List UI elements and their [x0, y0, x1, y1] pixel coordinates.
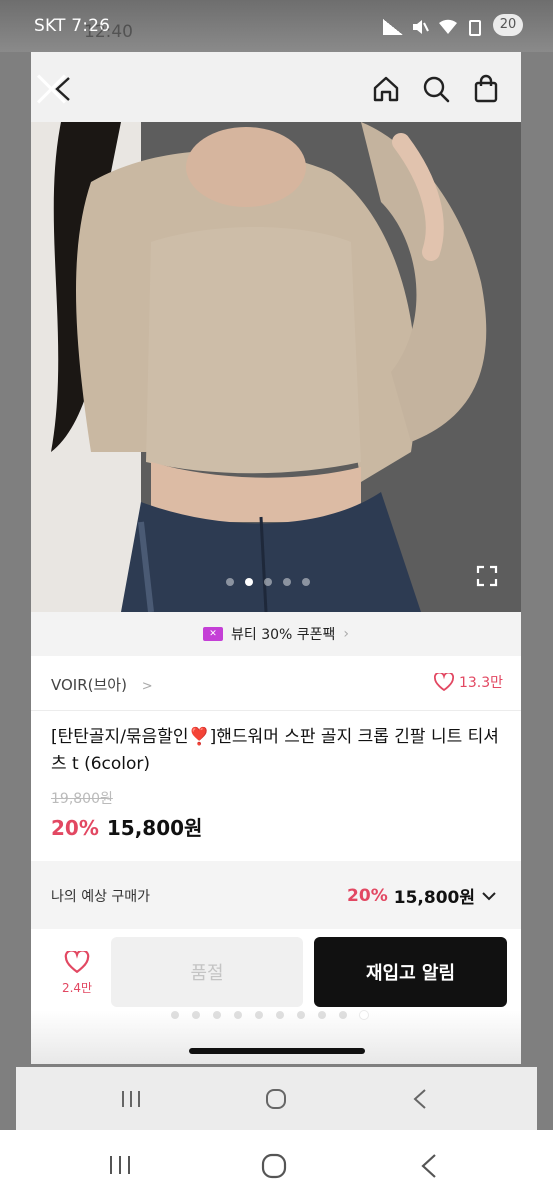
mute-icon [413, 20, 429, 34]
image-pager-dot [302, 578, 310, 586]
product-image[interactable] [31, 122, 521, 612]
app-screen: ✕ 뷰티 30% 쿠폰팩 › VOIR(브아) > 13.3만 [탄탄골지/묶음… [31, 52, 521, 1064]
signal-icon [383, 19, 403, 35]
status-icons [383, 16, 483, 38]
brand-like-count: 13.3만 [458, 675, 503, 691]
page-dot [360, 1011, 368, 1019]
page-dot [171, 1011, 179, 1019]
expected-price-row[interactable]: 나의 예상 구매가 20% 15,800원 [31, 861, 521, 929]
image-pager-dot [245, 578, 253, 586]
device-status-bar: SKT 7:26 12:40 20 [0, 0, 553, 52]
wifi-icon [439, 19, 457, 34]
original-price: 19,800원 [51, 791, 113, 807]
battery-icon [469, 20, 481, 36]
restock-alert-button[interactable]: 재입고 알림 [314, 937, 507, 1007]
back-nav-icon[interactable] [412, 1087, 428, 1111]
product-photo [31, 122, 521, 612]
page-dot [234, 1011, 242, 1019]
page-dot [213, 1011, 221, 1019]
heart-icon [433, 673, 454, 691]
coupon-icon: ✕ [202, 627, 223, 641]
brand-name: VOIR(브아) [51, 676, 127, 694]
image-pager-dots [226, 578, 310, 586]
back-nav-icon[interactable] [420, 1152, 438, 1180]
home-icon[interactable] [371, 74, 401, 104]
page-dots [171, 1011, 368, 1019]
wish-count: 2.4만 [61, 981, 93, 995]
image-pager-dot [226, 578, 234, 586]
top-bar [31, 52, 521, 122]
search-icon[interactable] [421, 74, 451, 104]
expand-icon[interactable] [475, 564, 499, 588]
page-dot [297, 1011, 305, 1019]
chevron-right-icon: › [343, 626, 350, 642]
brand-like-button[interactable]: 13.3만 [433, 672, 503, 692]
home-button-icon[interactable] [264, 1087, 288, 1111]
page-dot [318, 1011, 326, 1019]
heart-icon [64, 949, 90, 974]
price-row: 20% 15,800원 [51, 812, 202, 841]
image-pager-dot [264, 578, 272, 586]
discount-rate: 20% [51, 816, 99, 840]
purchase-bar: 2.4만 품절 재입고 알림 [31, 929, 521, 1064]
page-dot [255, 1011, 263, 1019]
brand-row: VOIR(브아) > 13.3만 [31, 656, 521, 711]
page-dot [276, 1011, 284, 1019]
device-nav-bar [0, 1130, 553, 1200]
coupon-banner[interactable]: ✕ 뷰티 30% 쿠폰팩 › [31, 612, 521, 656]
soldout-button[interactable]: 품절 [111, 937, 303, 1007]
cart-icon[interactable] [471, 74, 501, 104]
brand-chevron: > [141, 679, 153, 694]
expected-discount: 20% [347, 885, 388, 906]
inner-nav-bar [16, 1067, 537, 1130]
coupon-label: 뷰티 30% 쿠폰팩 [230, 627, 336, 643]
back-icon[interactable] [53, 76, 73, 102]
chevron-down-icon [482, 891, 496, 900]
wish-button[interactable]: 2.4만 [53, 949, 101, 996]
expected-price-value: 20% 15,800원 [347, 883, 497, 908]
home-indicator[interactable] [189, 1048, 365, 1054]
expected-price-label: 나의 예상 구매가 [51, 889, 151, 905]
battery-badge: 20 [493, 14, 523, 36]
home-button-icon[interactable] [260, 1152, 288, 1180]
image-pager-dot [283, 578, 291, 586]
sale-price: 15,800원 [106, 816, 203, 840]
product-title: [탄탄골지/묶음할인❣️]핸드워머 스판 골지 크롭 긴팔 니트 티셔츠 t (… [51, 727, 499, 774]
page-dot [192, 1011, 200, 1019]
page-dot [339, 1011, 347, 1019]
expected-price-amount: 15,800원 [393, 888, 475, 908]
inner-time: 12:40 [84, 22, 133, 42]
recent-apps-icon[interactable] [108, 1154, 132, 1176]
recent-apps-icon[interactable] [120, 1089, 142, 1109]
brand-link[interactable]: VOIR(브아) > [51, 674, 153, 695]
